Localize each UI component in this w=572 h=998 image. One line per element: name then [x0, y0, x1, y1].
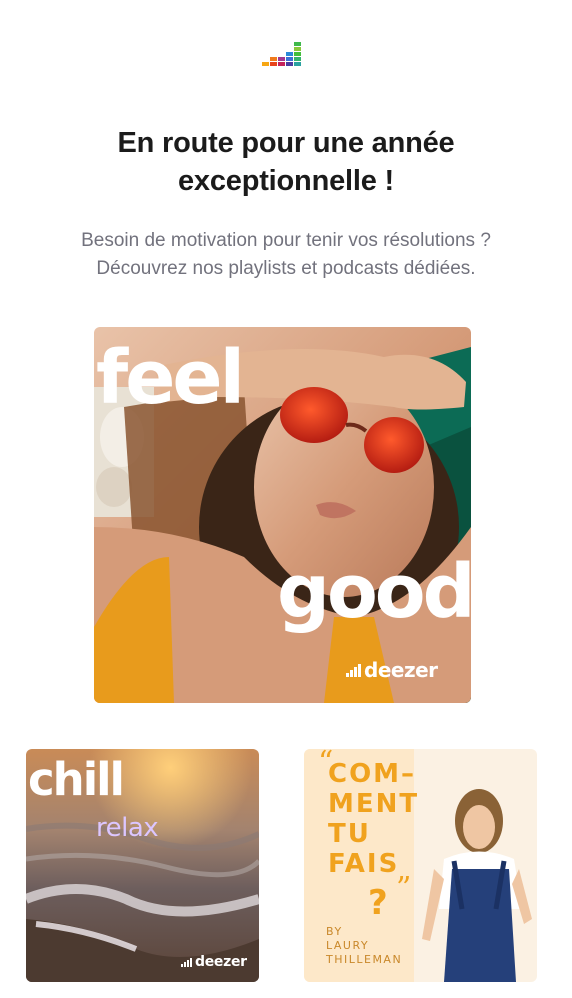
deezer-bars-icon	[181, 957, 192, 967]
podcast-title-line-2: MENT	[328, 789, 420, 819]
page-title: En route pour une année exceptionnelle !	[40, 124, 532, 200]
deezer-brand-tag: deezer	[181, 954, 247, 970]
podcast-author: BY LAURY THILLEMAN	[326, 925, 402, 967]
relax-word: relax	[96, 813, 159, 843]
page-subtitle: Besoin de motivation pour tenir vos réso…	[20, 227, 552, 283]
playlist-card-feel-good[interactable]: feel good deezer	[94, 327, 471, 703]
deezer-logo-icon	[262, 42, 301, 66]
subtitle-line-2: Découvrez nos playlists et podcasts dédi…	[96, 258, 476, 279]
podcast-close-quote: ”	[396, 871, 412, 906]
podcast-author-first: LAURY	[326, 939, 370, 952]
deezer-brand-tag: deezer	[346, 658, 438, 682]
podcast-card-comment-tu-fais[interactable]: “ COM– MENT TU FAIS ” ? BY LAURY THILLEM…	[304, 749, 537, 982]
deezer-brand-label: deezer	[195, 954, 247, 970]
feel-word: feel	[96, 335, 245, 421]
podcast-question-mark: ?	[368, 883, 388, 923]
page-title-text: En route pour une année exceptionnelle !	[117, 127, 455, 197]
podcast-title-line-3: TU	[328, 819, 371, 849]
podcast-author-by: BY	[326, 925, 343, 938]
deezer-brand-label: deezer	[364, 658, 438, 682]
playlist-card-chill-relax[interactable]: chill relax deezer	[26, 749, 259, 982]
podcast-author-last: THILLEMAN	[326, 953, 403, 966]
podcast-title: COM– MENT TU FAIS	[328, 759, 448, 879]
chill-word: chill	[28, 753, 125, 806]
podcast-title-line-4: FAIS	[328, 849, 400, 879]
deezer-bars-icon	[346, 663, 361, 677]
subtitle-line-1: Besoin de motivation pour tenir vos réso…	[81, 230, 491, 251]
podcast-title-line-1: COM–	[328, 759, 417, 789]
good-word: good	[277, 549, 471, 635]
